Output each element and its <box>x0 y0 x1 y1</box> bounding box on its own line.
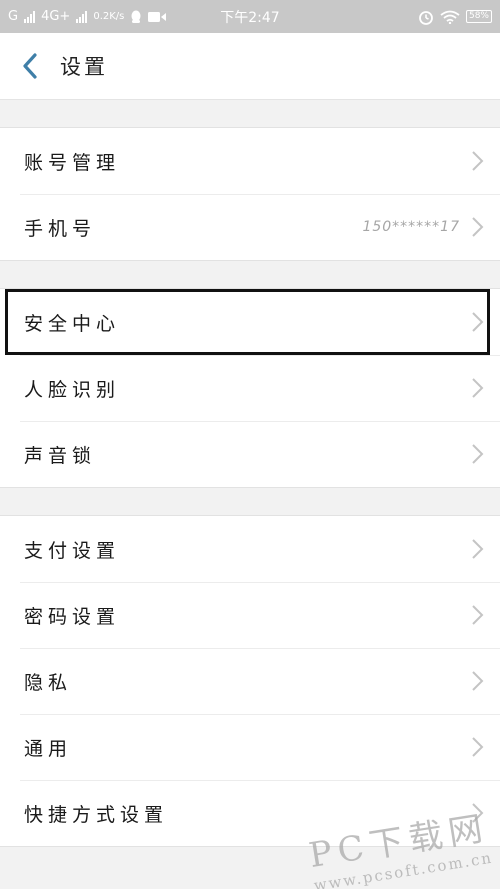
section-gap <box>0 261 500 289</box>
signal-icon <box>24 10 36 23</box>
settings-group-security: 安全中心 人脸识别 声音锁 <box>0 289 500 488</box>
battery-icon: 58% <box>466 10 492 23</box>
settings-item-privacy[interactable]: 隐私 <box>0 648 500 714</box>
settings-item-label: 隐私 <box>24 671 73 694</box>
settings-item-password[interactable]: 密码设置 <box>0 582 500 648</box>
settings-item-label: 快捷方式设置 <box>24 803 169 826</box>
qq-icon <box>131 10 141 23</box>
wifi-icon <box>440 10 460 24</box>
settings-item-voice-lock[interactable]: 声音锁 <box>0 421 500 487</box>
settings-item-general[interactable]: 通用 <box>0 714 500 780</box>
chevron-right-icon <box>472 671 484 691</box>
video-icon <box>148 11 167 22</box>
settings-item-label: 账号管理 <box>24 151 121 174</box>
settings-item-label: 通用 <box>24 737 73 760</box>
settings-group-account: 账号管理 手机号 150******17 <box>0 128 500 261</box>
signal-icon-2 <box>76 10 88 23</box>
back-button[interactable] <box>0 33 60 100</box>
settings-item-label: 密码设置 <box>24 605 121 628</box>
chevron-right-icon <box>472 539 484 559</box>
network-label: 4G+ <box>41 9 71 24</box>
settings-item-security-center[interactable]: 安全中心 <box>0 289 500 355</box>
settings-item-label: 支付设置 <box>24 539 121 562</box>
settings-item-label: 声音锁 <box>24 444 97 467</box>
settings-item-label: 手机号 <box>24 217 97 240</box>
chevron-right-icon <box>472 378 484 398</box>
settings-item-account-management[interactable]: 账号管理 <box>0 128 500 194</box>
network-speed: 0.2K/s <box>93 11 125 22</box>
battery-level: 58% <box>468 11 489 21</box>
settings-group-general: 支付设置 密码设置 隐私 通用 快捷方式设置 <box>0 516 500 847</box>
back-arrow-icon <box>23 53 37 79</box>
chevron-right-icon <box>472 151 484 171</box>
chevron-right-icon <box>472 217 484 237</box>
settings-item-face-recognition[interactable]: 人脸识别 <box>0 355 500 421</box>
phone-number-value: 150******17 <box>362 219 460 235</box>
settings-item-label: 人脸识别 <box>24 378 121 401</box>
section-gap <box>0 100 500 128</box>
status-bar: G 4G+ 0.2K/s 下午2:47 58% <box>0 0 500 33</box>
carrier-label: G <box>8 9 19 24</box>
settings-item-phone-number[interactable]: 手机号 150******17 <box>0 194 500 260</box>
chevron-right-icon <box>472 312 484 332</box>
page-title: 设置 <box>60 55 108 79</box>
settings-item-label: 安全中心 <box>24 312 121 335</box>
nav-bar: 设置 <box>0 33 500 100</box>
section-gap <box>0 488 500 516</box>
chevron-right-icon <box>472 605 484 625</box>
settings-item-payment[interactable]: 支付设置 <box>0 516 500 582</box>
chevron-right-icon <box>472 444 484 464</box>
chevron-right-icon <box>472 737 484 757</box>
alarm-icon <box>419 10 433 25</box>
